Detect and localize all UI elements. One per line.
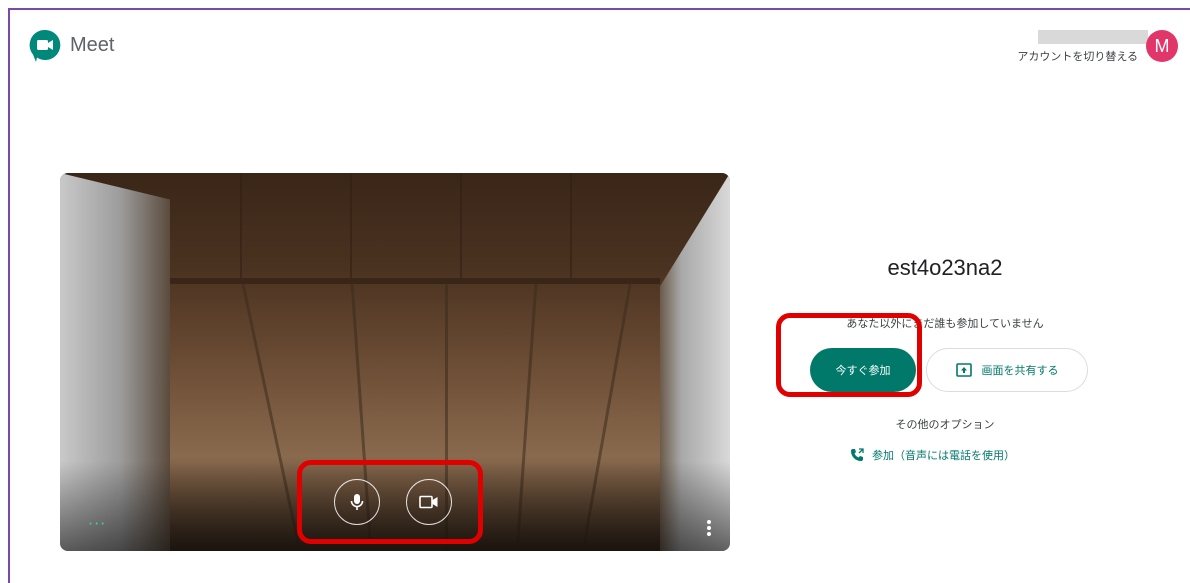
present-screen-button[interactable]: 画面を共有する bbox=[926, 348, 1088, 392]
phone-icon bbox=[851, 448, 864, 461]
ceiling-plank-line bbox=[240, 173, 242, 278]
camera-preview: ··· bbox=[60, 173, 730, 551]
avatar[interactable]: M bbox=[1146, 30, 1178, 62]
camera-icon bbox=[419, 495, 438, 509]
app-frame: Meet アカウントを切り替える M ··· est4o23na2 あなた以外に… bbox=[8, 8, 1190, 583]
join-by-phone-label: 参加（音声には電話を使用） bbox=[872, 449, 1015, 462]
participants-status: あなた以外にまだ誰も参加していません bbox=[846, 317, 1044, 330]
brand-name: Meet bbox=[70, 34, 115, 56]
ceiling-plank-line bbox=[460, 173, 462, 278]
meet-logo-icon bbox=[29, 29, 61, 62]
ceiling-plank-line bbox=[350, 173, 352, 278]
meeting-code: est4o23na2 bbox=[887, 255, 1003, 280]
switch-account-link[interactable]: アカウントを切り替える bbox=[1017, 48, 1138, 64]
present-screen-label: 画面を共有する bbox=[981, 364, 1059, 377]
camera-toggle-button[interactable] bbox=[406, 479, 452, 525]
other-options-heading: その他のオプション bbox=[895, 418, 995, 431]
audio-level-indicator: ··· bbox=[88, 514, 107, 533]
header: Meet アカウントを切り替える M bbox=[10, 10, 1190, 80]
join-now-button[interactable]: 今すぐ参加 bbox=[810, 348, 916, 392]
redacted-email bbox=[1038, 30, 1148, 44]
microphone-icon bbox=[350, 494, 364, 510]
ceiling-plank-line bbox=[570, 173, 572, 278]
microphone-toggle-button[interactable] bbox=[334, 479, 380, 525]
bottom-shade bbox=[60, 461, 730, 551]
join-by-phone-link[interactable]: 参加（音声には電話を使用） bbox=[850, 447, 1015, 463]
present-screen-icon bbox=[955, 363, 972, 377]
more-vert-icon[interactable] bbox=[706, 519, 712, 537]
